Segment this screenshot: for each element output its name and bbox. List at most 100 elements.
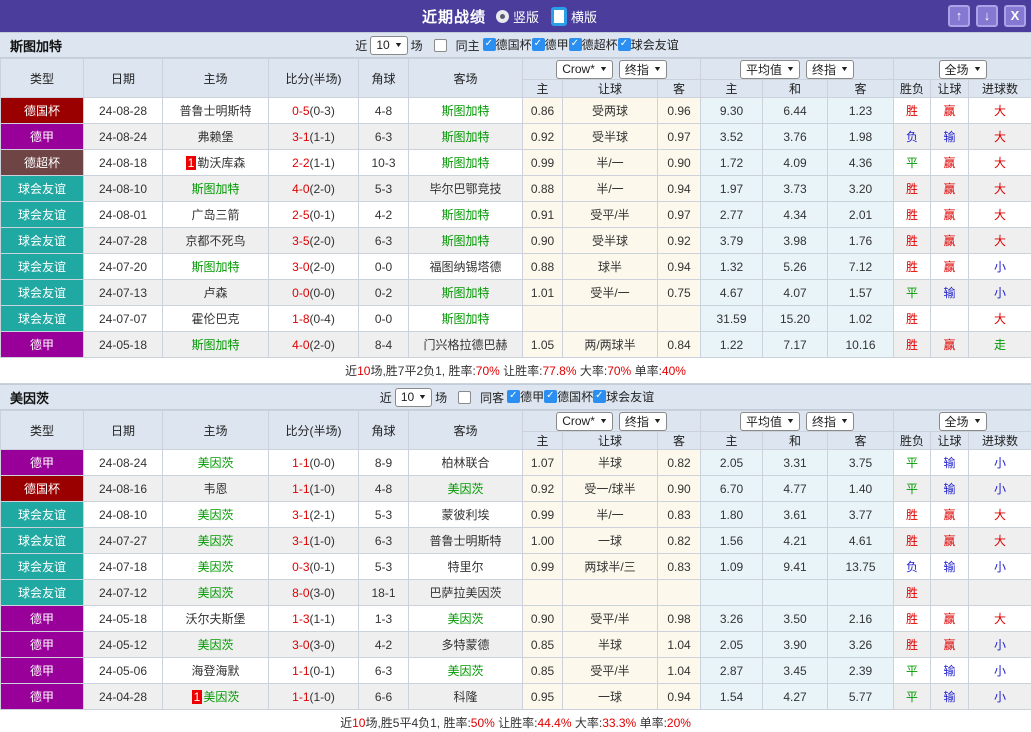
date-cell: 24-08-24 [84,124,163,150]
average-select[interactable]: 平均值▼ [740,60,800,79]
handicap-cell: 受一/球半 [563,476,658,502]
horizontal-layout-radio[interactable] [551,7,567,26]
col-home: 主场 [163,411,269,450]
recent-count-select[interactable]: 10▼ [370,36,407,55]
league-filter-checkbox[interactable] [483,38,496,51]
away-team-name: 蒙彼利埃 [441,508,489,522]
result-goals-cell: 大 [969,228,1031,254]
final-odds-select-2[interactable]: 终指▼ [806,412,854,431]
move-down-button[interactable]: ↓ [976,5,998,27]
result-wdl-cell: 胜 [894,254,931,280]
corner-cell: 10-3 [359,150,409,176]
corner-cell: 5-3 [359,502,409,528]
fulltime-select[interactable]: 全场▼ [939,412,987,431]
handicap-cell: 受半球 [563,228,658,254]
score-cell: 1-1(0-1) [269,658,359,684]
col-corner: 角球 [359,59,409,98]
corner-cell: 6-6 [359,684,409,710]
corner-cell: 6-3 [359,228,409,254]
result-handicap-cell: 赢 [931,150,969,176]
fulltime-score: 1-1 [292,664,309,678]
same-venue-label[interactable]: 同客 [480,389,504,406]
score-cell: 4-0(2-0) [269,332,359,358]
league-filter-item: 德国杯 [544,388,593,405]
crow-company-select[interactable]: Crow*▼ [556,60,613,79]
result-wdl-cell: 平 [894,658,931,684]
league-filter-label[interactable]: 球会友谊 [606,388,654,405]
league-filter-checkbox[interactable] [593,390,606,403]
close-button[interactable]: X [1004,5,1026,27]
home-team-name: 美因茨 [203,690,239,704]
odds-home-cell: 1.05 [523,332,563,358]
league-filter-checkbox[interactable] [569,38,582,51]
avg-home-cell: 1.80 [701,502,763,528]
score-cell: 4-0(2-0) [269,176,359,202]
odds-away-cell: 0.94 [658,684,701,710]
result-wdl-cell: 平 [894,476,931,502]
league-badge: 德甲 [1,332,84,358]
result-handicap-cell: 输 [931,124,969,150]
avg-draw-cell: 3.73 [763,176,828,202]
league-filter-label[interactable]: 德国杯 [557,388,593,405]
final-odds-select[interactable]: 终指▼ [619,60,667,79]
same-venue-checkbox[interactable] [458,391,471,404]
col-result-goals: 进球数 [969,80,1031,98]
league-filter-checkbox[interactable] [507,390,520,403]
avg-away-cell: 3.20 [828,176,894,202]
vertical-layout-label[interactable]: 竖版 [513,7,539,26]
avg-draw-cell: 9.41 [763,554,828,580]
fulltime-score: 1-1 [292,690,309,704]
col-avg-home: 主 [701,432,763,450]
score-cell: 1-1(0-0) [269,450,359,476]
move-up-button[interactable]: ↑ [948,5,970,27]
home-team-cell: 弗赖堡 [163,124,269,150]
fulltime-select[interactable]: 全场▼ [939,60,987,79]
recent-count-select[interactable]: 10▼ [395,388,432,407]
home-team-name: 美因茨 [197,508,233,522]
horizontal-layout-label[interactable]: 横版 [571,7,597,26]
halftime-score: (3-0) [310,586,335,600]
away-team-name: 毕尔巴鄂竞技 [429,182,501,196]
average-select[interactable]: 平均值▼ [740,412,800,431]
avg-away-cell: 5.77 [828,684,894,710]
vertical-layout-radio[interactable] [496,10,509,23]
final-odds-select-2[interactable]: 终指▼ [806,60,854,79]
league-filter-item: 球会友谊 [593,388,654,405]
home-team-cell: 1美因茨 [163,684,269,710]
league-filter-checkbox[interactable] [618,38,631,51]
score-cell: 1-8(0-4) [269,306,359,332]
league-filter-label[interactable]: 德国杯 [496,36,532,53]
home-team-cell: 1勒沃库森 [163,150,269,176]
fulltime-score: 1-3 [292,612,309,626]
result-handicap-cell: 赢 [931,254,969,280]
home-team-name: 美因茨 [197,456,233,470]
corner-cell: 4-8 [359,476,409,502]
same-venue-checkbox[interactable] [434,39,447,52]
same-venue-label[interactable]: 同主 [456,37,480,54]
odds-away-cell: 1.04 [658,632,701,658]
corner-cell: 8-9 [359,450,409,476]
league-filter-label[interactable]: 球会友谊 [631,36,679,53]
result-wdl-cell: 胜 [894,502,931,528]
halftime-score: (1-1) [310,612,335,626]
corner-cell: 5-3 [359,554,409,580]
match-row: 德甲 24-05-18 斯图加特 4-0(2-0) 8-4 门兴格拉德巴赫 1.… [1,332,1031,358]
league-filter-checkbox[interactable] [532,38,545,51]
handicap-cell: 半/一 [563,502,658,528]
crow-company-select[interactable]: Crow*▼ [556,412,613,431]
halftime-score: (1-0) [310,534,335,548]
league-filter-checkbox[interactable] [544,390,557,403]
league-badge: 德超杯 [1,150,84,176]
date-cell: 24-05-06 [84,658,163,684]
league-filter-group: 德甲德国杯球会友谊 [507,388,654,406]
match-row: 球会友谊 24-07-07 霍伦巴克 1-8(0-4) 0-0 斯图加特 31.… [1,306,1031,332]
avg-home-cell: 4.67 [701,280,763,306]
home-team-name: 美因茨 [197,638,233,652]
score-cell: 1-3(1-1) [269,606,359,632]
final-odds-select[interactable]: 终指▼ [619,412,667,431]
match-row: 德甲 24-05-06 海登海默 1-1(0-1) 6-3 美因茨 0.85 受… [1,658,1031,684]
league-filter-label[interactable]: 德甲 [520,388,544,405]
league-filter-label[interactable]: 德甲 [545,36,569,53]
home-team-name: 霍伦巴克 [191,312,239,326]
league-filter-label[interactable]: 德超杯 [582,36,618,53]
